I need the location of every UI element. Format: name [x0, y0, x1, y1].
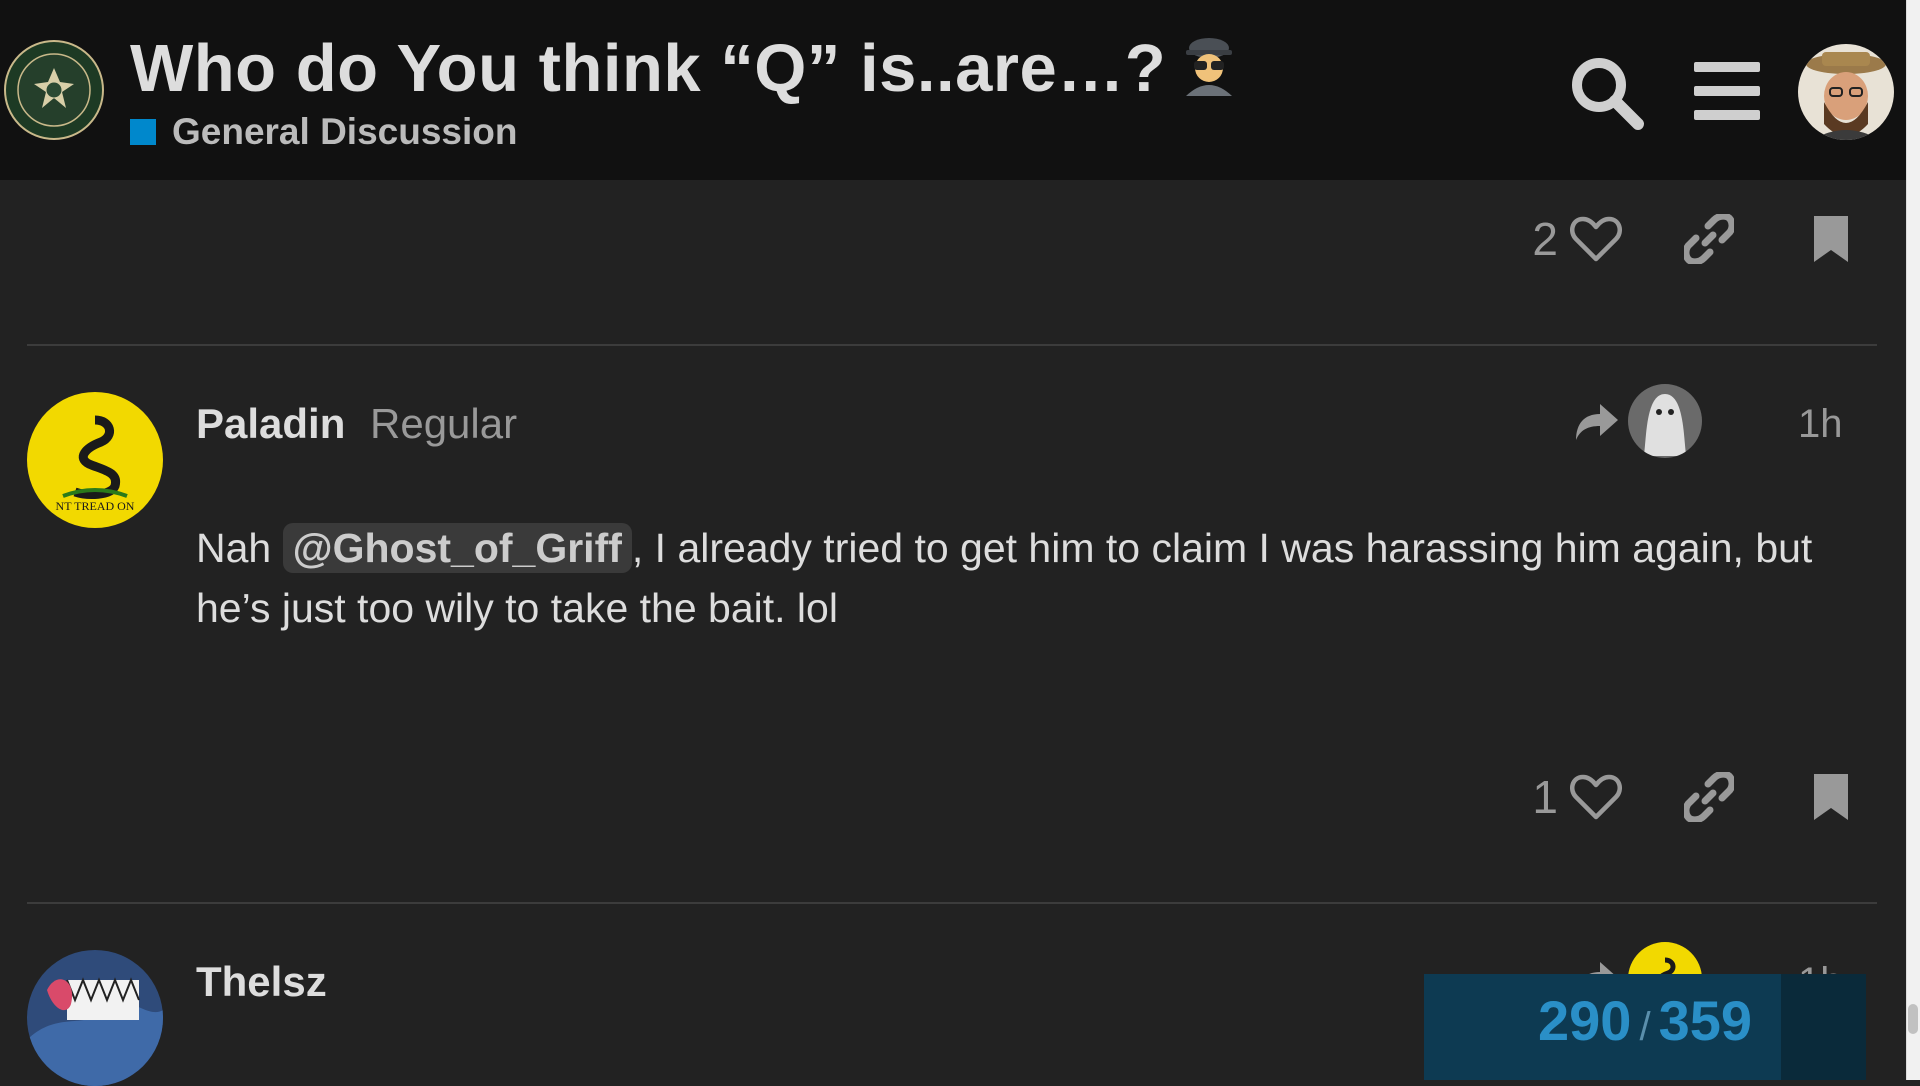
like-count[interactable]: 1: [1532, 770, 1558, 824]
reply-to-avatar[interactable]: [1628, 384, 1702, 458]
post-actions: 2: [1532, 212, 1850, 266]
heart-icon[interactable]: [1570, 216, 1622, 262]
like-count[interactable]: 2: [1532, 212, 1558, 266]
post-username[interactable]: Thelsz: [196, 958, 327, 1006]
bookmark-icon[interactable]: [1812, 214, 1850, 264]
detective-emoji-icon: [1182, 34, 1236, 112]
topic-title-text: Who do You think “Q” is..are…?: [130, 31, 1167, 106]
post-date[interactable]: 1h: [1798, 402, 1843, 447]
post-avatar[interactable]: NT TREAD ON: [27, 392, 163, 528]
progress-current: 290: [1538, 989, 1632, 1052]
heart-icon[interactable]: [1570, 774, 1622, 820]
link-icon[interactable]: [1684, 214, 1734, 264]
topic-progress[interactable]: 290/359: [1424, 974, 1866, 1080]
progress-counter: 290/359: [1424, 988, 1866, 1053]
site-logo[interactable]: [4, 38, 104, 142]
progress-separator: /: [1639, 1005, 1651, 1049]
current-user-avatar[interactable]: [1798, 44, 1894, 140]
category-name: General Discussion: [172, 111, 518, 152]
scrollbar-thumb[interactable]: [1908, 1004, 1918, 1034]
topic-title[interactable]: Who do You think “Q” is..are…?: [130, 30, 1236, 112]
svg-text:NT TREAD ON: NT TREAD ON: [56, 499, 135, 513]
user-title: Regular: [370, 400, 518, 447]
post-text: Nah: [196, 525, 283, 571]
post-divider: [27, 344, 1877, 346]
search-icon[interactable]: [1566, 52, 1646, 132]
category-badge[interactable]: General Discussion: [130, 111, 518, 152]
post-avatar[interactable]: [27, 950, 163, 1086]
bookmark-icon[interactable]: [1812, 772, 1850, 822]
post-actions: 1: [1532, 770, 1850, 824]
scrollbar-track[interactable]: [1906, 0, 1920, 1080]
post-divider: [27, 902, 1877, 904]
site-header: Who do You think “Q” is..are…? General D…: [0, 0, 1906, 180]
link-icon[interactable]: [1684, 772, 1734, 822]
reply-to-arrow-icon[interactable]: [1574, 402, 1620, 442]
hamburger-menu-icon[interactable]: [1694, 60, 1760, 122]
user-mention[interactable]: @Ghost_of_Griff: [282, 523, 632, 573]
category-color-square: [130, 119, 156, 145]
post-body: Nah @Ghost_of_Griff, I already tried to …: [196, 518, 1856, 638]
post-username[interactable]: Paladin: [196, 400, 345, 448]
progress-total: 359: [1658, 989, 1752, 1052]
